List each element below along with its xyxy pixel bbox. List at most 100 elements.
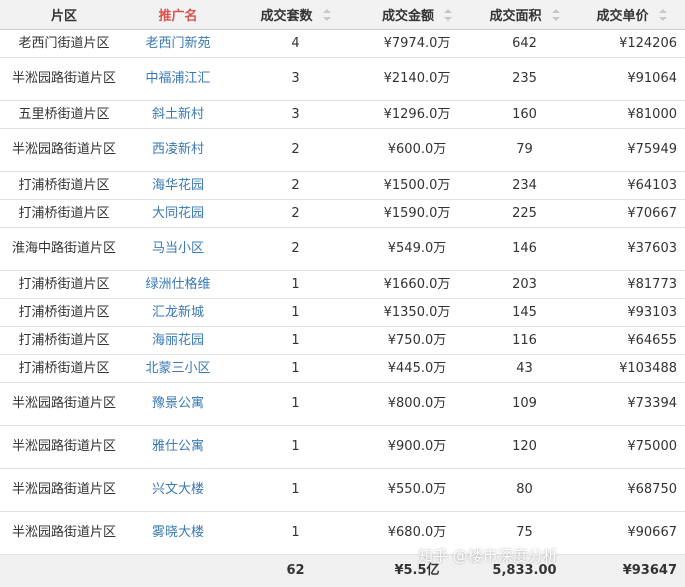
cell-units: 1 (228, 383, 363, 426)
cell-price: ¥81000 (578, 101, 685, 129)
table-row: 半淞园路街道片区 雾晓大楼 1 ¥680.0万 75 ¥90667 (0, 512, 685, 555)
table-row: 打浦桥街道片区 汇龙新城 1 ¥1350.0万 145 ¥93103 (0, 299, 685, 327)
cell-amount: ¥750.0万 (363, 327, 471, 355)
table-row: 打浦桥街道片区 大同花园 2 ¥1590.0万 225 ¥70667 (0, 200, 685, 228)
cell-area: 234 (471, 172, 578, 200)
cell-area: 145 (471, 299, 578, 327)
column-header-price[interactable]: 成交单价 (578, 0, 685, 30)
column-header-name[interactable]: 推广名 (128, 0, 228, 30)
cell-price: ¥91064 (578, 58, 685, 101)
cell-name-link[interactable]: 马当小区 (128, 228, 228, 271)
column-header-label: 成交金额 (382, 5, 434, 24)
cell-area: 146 (471, 228, 578, 271)
cell-units: 1 (228, 426, 363, 469)
column-header-label: 成交面积 (489, 5, 541, 24)
cell-amount: ¥800.0万 (363, 383, 471, 426)
cell-price: ¥90667 (578, 512, 685, 555)
cell-district: 五里桥街道片区 (0, 101, 128, 129)
cell-name-link[interactable]: 兴文大楼 (128, 469, 228, 512)
cell-units: 3 (228, 101, 363, 129)
cell-district: 打浦桥街道片区 (0, 172, 128, 200)
total-name (128, 555, 228, 587)
cell-name-link[interactable]: 老西门新苑 (128, 30, 228, 58)
column-header-units[interactable]: 成交套数 (228, 0, 363, 30)
totals-row: 62 ¥5.5亿 5,833.00 ¥93647 (0, 555, 685, 587)
cell-price: ¥64103 (578, 172, 685, 200)
cell-price: ¥70667 (578, 200, 685, 228)
cell-units: 1 (228, 299, 363, 327)
column-header-area[interactable]: 成交面积 (471, 0, 578, 30)
cell-amount: ¥549.0万 (363, 228, 471, 271)
cell-amount: ¥600.0万 (363, 129, 471, 172)
cell-name-link[interactable]: 斜土新村 (128, 101, 228, 129)
cell-units: 2 (228, 200, 363, 228)
cell-name-link[interactable]: 汇龙新城 (128, 299, 228, 327)
cell-price: ¥93103 (578, 299, 685, 327)
cell-name-link[interactable]: 绿洲仕格维 (128, 271, 228, 299)
table-row: 半淞园路街道片区 中福浦江汇 3 ¥2140.0万 235 ¥91064 (0, 58, 685, 101)
cell-area: 109 (471, 383, 578, 426)
cell-units: 2 (228, 172, 363, 200)
total-district (0, 555, 128, 587)
cell-area: 225 (471, 200, 578, 228)
cell-district: 打浦桥街道片区 (0, 200, 128, 228)
cell-amount: ¥2140.0万 (363, 58, 471, 101)
watermark: 知乎 @楼市深度分析 (418, 545, 558, 566)
table-row: 半淞园路街道片区 兴文大楼 1 ¥550.0万 80 ¥68750 (0, 469, 685, 512)
table-row: 半淞园路街道片区 雅仕公寓 1 ¥900.0万 120 ¥75000 (0, 426, 685, 469)
cell-name-link[interactable]: 海丽花园 (128, 327, 228, 355)
column-header-amount[interactable]: 成交金额 (363, 0, 471, 30)
sort-icon[interactable] (659, 9, 667, 21)
cell-units: 4 (228, 30, 363, 58)
cell-district: 打浦桥街道片区 (0, 271, 128, 299)
table-row: 淮海中路街道片区 马当小区 2 ¥549.0万 146 ¥37603 (0, 228, 685, 271)
cell-units: 1 (228, 327, 363, 355)
sort-icon[interactable] (552, 9, 560, 21)
cell-price: ¥75000 (578, 426, 685, 469)
cell-price: ¥124206 (578, 30, 685, 58)
cell-units: 1 (228, 512, 363, 555)
cell-price: ¥73394 (578, 383, 685, 426)
column-header-label: 推广名 (158, 5, 197, 24)
cell-amount: ¥1660.0万 (363, 271, 471, 299)
cell-name-link[interactable]: 豫景公寓 (128, 383, 228, 426)
cell-district: 打浦桥街道片区 (0, 327, 128, 355)
cell-units: 2 (228, 228, 363, 271)
cell-area: 235 (471, 58, 578, 101)
sort-icon[interactable] (323, 9, 331, 21)
cell-amount: ¥7974.0万 (363, 30, 471, 58)
cell-price: ¥37603 (578, 228, 685, 271)
table-row: 老西门街道片区 老西门新苑 4 ¥7974.0万 642 ¥124206 (0, 30, 685, 58)
cell-area: 160 (471, 101, 578, 129)
cell-area: 642 (471, 30, 578, 58)
cell-price: ¥75949 (578, 129, 685, 172)
cell-name-link[interactable]: 雅仕公寓 (128, 426, 228, 469)
cell-amount: ¥1500.0万 (363, 172, 471, 200)
cell-price: ¥64655 (578, 327, 685, 355)
table-row: 打浦桥街道片区 北蒙三小区 1 ¥445.0万 43 ¥103488 (0, 355, 685, 383)
cell-name-link[interactable]: 中福浦江汇 (128, 58, 228, 101)
cell-district: 半淞园路街道片区 (0, 383, 128, 426)
cell-district: 打浦桥街道片区 (0, 299, 128, 327)
sort-icon[interactable] (444, 9, 452, 21)
cell-units: 1 (228, 469, 363, 512)
column-header-district[interactable]: 片区 (0, 0, 128, 30)
table-row: 打浦桥街道片区 海华花园 2 ¥1500.0万 234 ¥64103 (0, 172, 685, 200)
cell-area: 116 (471, 327, 578, 355)
cell-price: ¥68750 (578, 469, 685, 512)
cell-name-link[interactable]: 北蒙三小区 (128, 355, 228, 383)
cell-name-link[interactable]: 雾晓大楼 (128, 512, 228, 555)
cell-amount: ¥1350.0万 (363, 299, 471, 327)
cell-district: 半淞园路街道片区 (0, 129, 128, 172)
cell-district: 半淞园路街道片区 (0, 426, 128, 469)
cell-units: 2 (228, 129, 363, 172)
cell-district: 半淞园路街道片区 (0, 58, 128, 101)
cell-price: ¥103488 (578, 355, 685, 383)
cell-area: 79 (471, 129, 578, 172)
cell-units: 1 (228, 271, 363, 299)
cell-name-link[interactable]: 海华花园 (128, 172, 228, 200)
total-price: ¥93647 (578, 555, 685, 587)
cell-name-link[interactable]: 西凌新村 (128, 129, 228, 172)
cell-name-link[interactable]: 大同花园 (128, 200, 228, 228)
column-header-label: 片区 (51, 5, 77, 24)
